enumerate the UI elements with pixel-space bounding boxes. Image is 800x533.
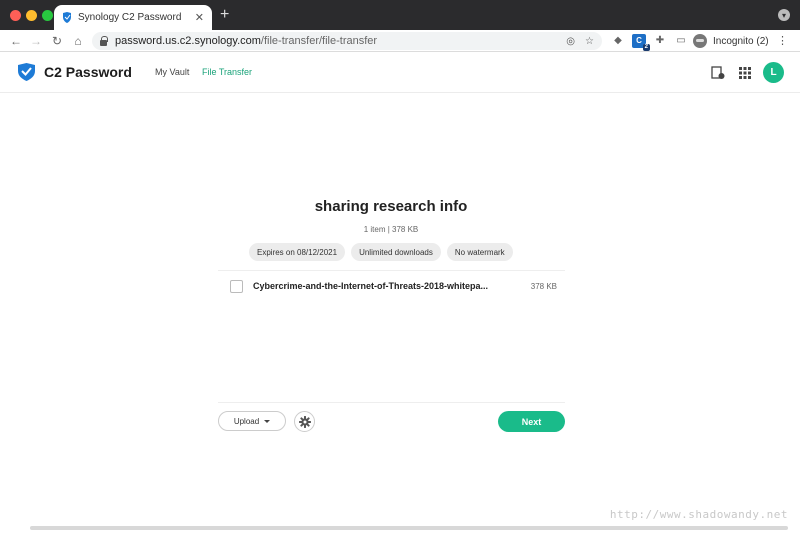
maximize-window-button[interactable] [42, 10, 53, 21]
transfer-summary: 1 item | 378 KB [363, 225, 419, 234]
browser-tab[interactable]: Synology C2 Password ✕ [54, 5, 212, 30]
shield-icon [63, 12, 71, 23]
close-tab-icon[interactable]: ✕ [195, 11, 204, 24]
reload-icon[interactable]: ↻ [49, 33, 65, 49]
divider [218, 402, 565, 403]
app-header: C2 Password My Vault File Transfer L [0, 53, 800, 93]
next-button[interactable]: Next [498, 411, 565, 432]
new-tab-button[interactable]: + [220, 6, 229, 24]
lock-icon [100, 35, 108, 46]
horizontal-scrollbar[interactable] [30, 526, 788, 530]
back-icon[interactable]: ← [8, 33, 24, 49]
watermark-chip[interactable]: No watermark [446, 243, 513, 261]
tab-search-button[interactable]: ▾ [778, 9, 790, 21]
puzzle-icon[interactable]: ✚ [653, 34, 667, 48]
apps-grid-icon[interactable] [737, 65, 753, 81]
file-name: Cybercrime-and-the-Internet-of-Threats-2… [253, 281, 489, 291]
brand-logo[interactable]: C2 Password [17, 63, 132, 81]
close-window-button[interactable] [10, 10, 21, 21]
gear-icon [298, 415, 311, 428]
profile-label: Incognito (2) [713, 35, 769, 47]
home-icon[interactable]: ⌂ [70, 33, 86, 49]
upload-button[interactable]: Upload [218, 411, 286, 431]
browser-menu-icon[interactable]: ⋮ [777, 34, 788, 48]
upload-label: Upload [233, 416, 260, 426]
chevron-down-icon [264, 419, 271, 423]
extension-badge: 2 [642, 44, 650, 51]
extension-icon[interactable]: ◆ [611, 34, 625, 48]
user-avatar[interactable]: L [763, 62, 784, 83]
file-size: 378 KB [530, 281, 557, 291]
file-checkbox[interactable] [230, 279, 243, 293]
cast-icon[interactable]: ▭ [674, 34, 688, 48]
brand-name: C2 Password [44, 64, 132, 80]
file-row[interactable]: Cybercrime-and-the-Internet-of-Threats-2… [218, 271, 565, 301]
file-list: Cybercrime-and-the-Internet-of-Threats-2… [218, 270, 565, 301]
incognito-icon [693, 34, 707, 48]
address-bar[interactable]: password.us.c2.synology.com/file-transfe… [92, 32, 602, 50]
tab-title: Synology C2 Password [78, 12, 182, 23]
minimize-window-button[interactable] [26, 10, 37, 21]
watermark-text: http://www.shadowandy.net [609, 508, 788, 521]
nav-file-transfer[interactable]: File Transfer [202, 67, 252, 77]
incognito-profile-button[interactable]: Incognito (2) [693, 33, 769, 49]
download-limit-chip[interactable]: Unlimited downloads [351, 243, 441, 261]
eye-slash-icon[interactable]: ◎ [566, 36, 575, 47]
forward-icon[interactable]: → [28, 33, 44, 49]
browser-toolbar: ← → ↻ ⌂ password.us.c2.synology.com/file… [0, 30, 800, 52]
transfer-settings-chips: Expires on 08/12/2021 Unlimited download… [249, 243, 513, 261]
expiry-chip[interactable]: Expires on 08/12/2021 [249, 243, 346, 261]
c2-password-logo-icon [18, 63, 35, 81]
url-text: password.us.c2.synology.com/file-transfe… [115, 35, 378, 47]
security-check-icon[interactable] [710, 65, 726, 81]
star-icon[interactable]: ☆ [585, 36, 594, 47]
settings-button[interactable] [294, 411, 315, 432]
nav-my-vault[interactable]: My Vault [155, 67, 189, 77]
browser-tab-bar: Synology C2 Password ✕ + ▾ [0, 0, 800, 30]
c2-password-extension-icon[interactable]: C2 [632, 34, 650, 51]
transfer-title: sharing research info [314, 198, 468, 215]
